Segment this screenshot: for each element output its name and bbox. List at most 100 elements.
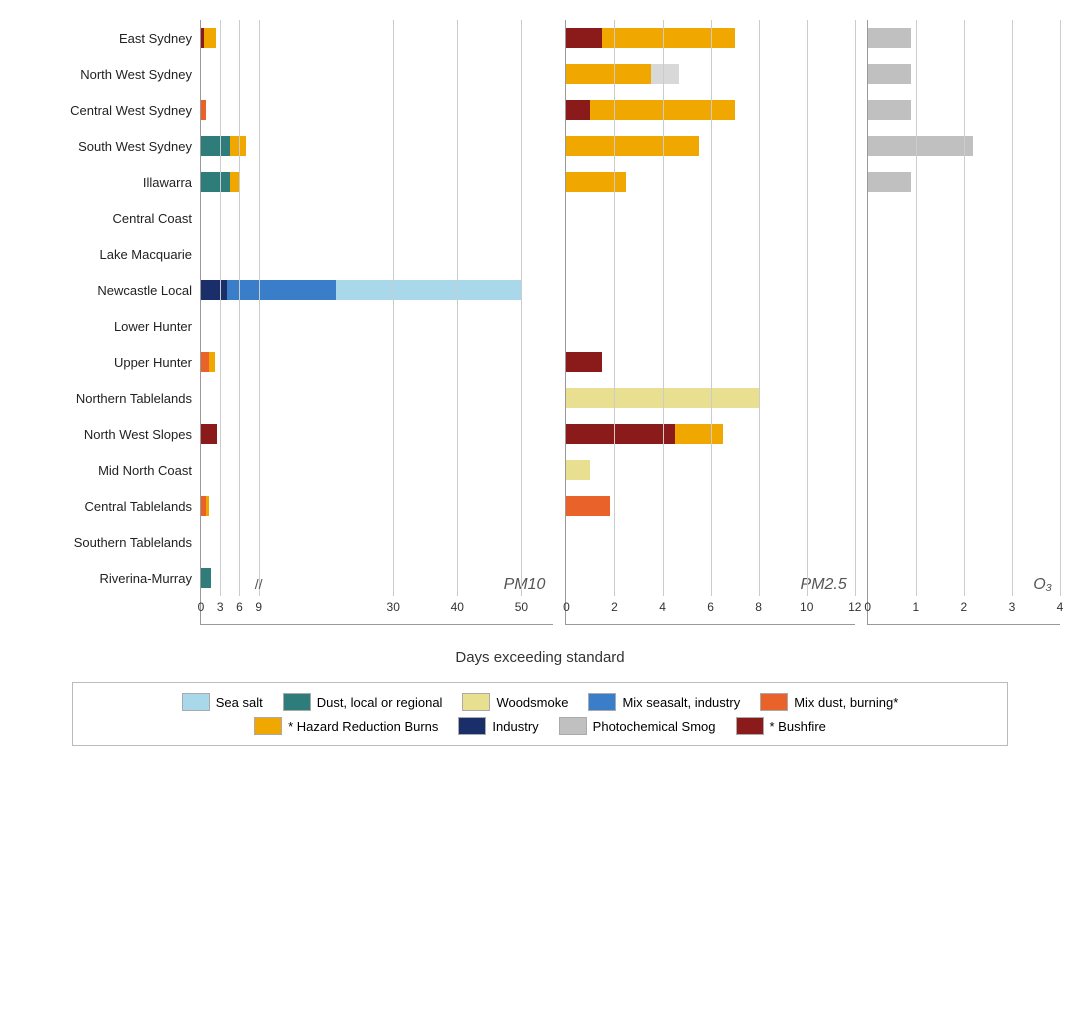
o3-label: O₃: [1033, 576, 1052, 594]
bar-segment: [675, 424, 723, 444]
bar-segment: [590, 100, 734, 120]
y-axis-labels: East SydneyNorth West SydneyCentral West…: [20, 20, 200, 596]
pm10-panel: 0369304050 PM10 //: [200, 20, 553, 625]
bar-row: [566, 272, 854, 308]
bar-row: [868, 200, 1060, 236]
legend-label: Sea salt: [216, 695, 263, 710]
x-tick-label: 6: [707, 600, 714, 614]
bar-segment: [566, 496, 609, 516]
legend-item: * Hazard Reduction Burns: [254, 717, 438, 735]
legend-item: Mix dust, burning*: [760, 693, 898, 711]
bar-row: [566, 380, 854, 416]
bar-row: [868, 560, 1060, 596]
bar-row: [201, 416, 553, 452]
x-tick-label: 30: [387, 600, 400, 614]
y-label: Central Coast: [20, 200, 200, 236]
bar-segment: [602, 28, 734, 48]
bar-segment: [201, 100, 206, 120]
bar-segment: [566, 136, 698, 156]
bar-row: [868, 344, 1060, 380]
pm25-panel: 024681012 PM2.5: [565, 20, 854, 625]
bar-row: [868, 272, 1060, 308]
legend-swatch: [588, 693, 616, 711]
bar-row: [868, 380, 1060, 416]
x-tick-label: 40: [451, 600, 464, 614]
y-label: Illawarra: [20, 164, 200, 200]
y-label: Central Tablelands: [20, 488, 200, 524]
bar-row: [566, 56, 854, 92]
bar-segment: [868, 100, 911, 120]
bar-row: [566, 128, 854, 164]
bar-row: [868, 308, 1060, 344]
bar-segment: [651, 64, 680, 84]
bar-row: [201, 20, 553, 56]
bar-row: [868, 524, 1060, 560]
bar-row: [201, 380, 553, 416]
bar-row: [201, 524, 553, 560]
x-tick-label: 9: [255, 600, 262, 614]
x-tick-label: 2: [961, 600, 968, 614]
bar-segment: [204, 28, 216, 48]
bar-row: [566, 416, 854, 452]
bar-row: [566, 488, 854, 524]
charts-row: East SydneyNorth West SydneyCentral West…: [20, 20, 1060, 625]
legend-label: Industry: [492, 719, 538, 734]
bar-segment: [201, 172, 230, 192]
bar-segment: [566, 460, 590, 480]
bar-row: [566, 20, 854, 56]
x-tick-label: 6: [236, 600, 243, 614]
x-tick-label: 50: [515, 600, 528, 614]
bar-row: [868, 164, 1060, 200]
bar-segment: [336, 280, 522, 300]
pm10-label: PM10: [504, 576, 546, 594]
legend-item: Mix seasalt, industry: [588, 693, 740, 711]
o3-panel: 01234 O₃: [867, 20, 1060, 625]
y-label: Newcastle Local: [20, 272, 200, 308]
bar-row: [566, 452, 854, 488]
bar-segment: [206, 496, 209, 516]
x-tick-label: 8: [755, 600, 762, 614]
main-container: East SydneyNorth West SydneyCentral West…: [0, 0, 1080, 746]
y-label: Upper Hunter: [20, 344, 200, 380]
x-tick-label: 4: [1057, 600, 1064, 614]
legend-swatch: [736, 717, 764, 735]
bar-row: [201, 128, 553, 164]
bar-segment: [201, 352, 209, 372]
bar-row: [566, 92, 854, 128]
legend-swatch: [760, 693, 788, 711]
x-tick-label: 12: [848, 600, 861, 614]
bar-row: [201, 452, 553, 488]
bar-segment: [201, 136, 230, 156]
y-label: North West Slopes: [20, 416, 200, 452]
bar-row: [201, 308, 553, 344]
axis-break: //: [255, 576, 263, 592]
x-tick-label: 0: [198, 600, 205, 614]
bar-segment: [209, 352, 215, 372]
y-label: Mid North Coast: [20, 452, 200, 488]
bar-row: [201, 488, 553, 524]
bar-row: [868, 416, 1060, 452]
legend-swatch: [462, 693, 490, 711]
bar-segment: [868, 28, 911, 48]
bar-row: [868, 92, 1060, 128]
bar-segment: [566, 100, 590, 120]
bar-row: [201, 344, 553, 380]
legend: Sea saltDust, local or regionalWoodsmoke…: [72, 682, 1008, 746]
y-label: Northern Tablelands: [20, 380, 200, 416]
bar-row: [868, 20, 1060, 56]
bar-segment: [201, 424, 217, 444]
bar-segment: [230, 172, 240, 192]
legend-swatch: [559, 717, 587, 735]
bar-row: [868, 56, 1060, 92]
legend-item: Woodsmoke: [462, 693, 568, 711]
y-label: Riverina-Murray: [20, 560, 200, 596]
bar-row: [868, 488, 1060, 524]
legend-item: Sea salt: [182, 693, 263, 711]
bar-row: [868, 128, 1060, 164]
pm25-label: PM2.5: [801, 576, 847, 594]
y-label: North West Sydney: [20, 56, 200, 92]
legend-label: * Hazard Reduction Burns: [288, 719, 438, 734]
bar-row: [566, 308, 854, 344]
bar-segment: [566, 64, 650, 84]
legend-label: Mix dust, burning*: [794, 695, 898, 710]
